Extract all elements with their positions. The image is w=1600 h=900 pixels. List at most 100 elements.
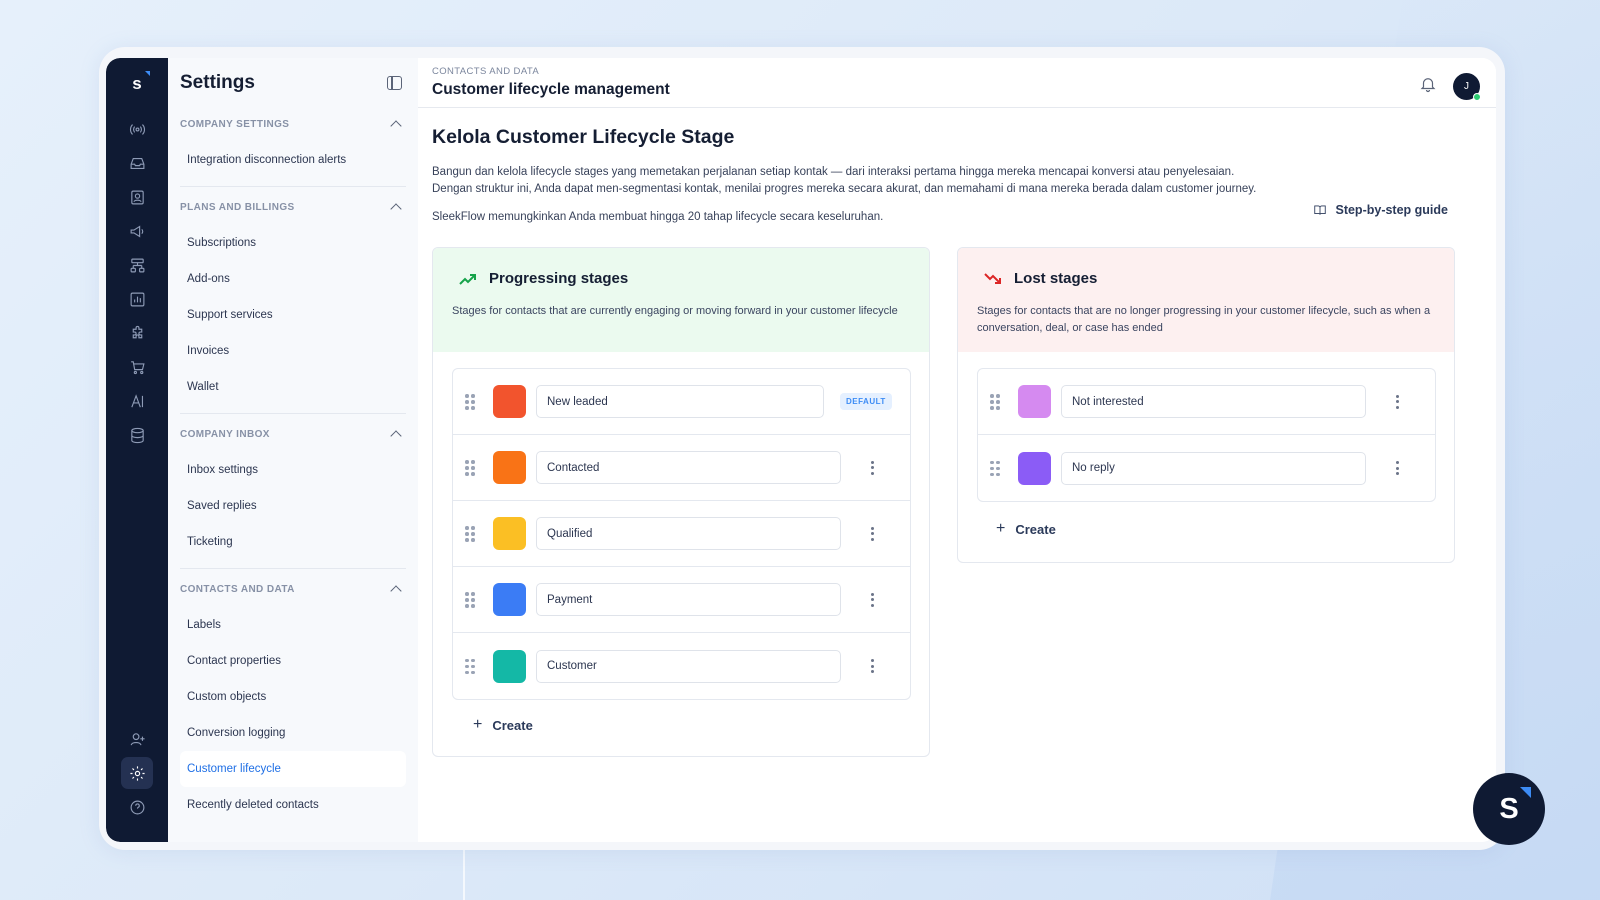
stage-name-field[interactable]: No reply (1061, 451, 1366, 485)
gear-icon[interactable] (121, 757, 153, 789)
stage-name-field[interactable]: Qualified (536, 517, 841, 550)
puzzle-icon[interactable] (121, 317, 153, 349)
sidebar-item-add-ons[interactable]: Add-ons (180, 261, 406, 297)
plus-icon: + (473, 716, 483, 733)
sidebar-item-ticketing[interactable]: Ticketing (180, 524, 406, 560)
sidebar-item-invoices[interactable]: Invoices (180, 333, 406, 369)
sidebar-item-labels[interactable]: Labels (180, 607, 406, 643)
drag-handle-icon[interactable] (465, 526, 475, 542)
sidebar-item-integration-alerts[interactable]: Integration disconnection alerts (180, 142, 406, 178)
chevron-up-icon (390, 430, 402, 442)
lost-description: Stages for contacts that are no longer p… (977, 305, 1431, 334)
stage-color-swatch[interactable] (1018, 451, 1051, 485)
brand-logo[interactable]: s (125, 71, 150, 96)
sidebar-title: Settings (180, 72, 255, 93)
app: s Settings COMPANY SETTINGS Integration … (106, 58, 1496, 842)
plus-icon: + (996, 520, 1006, 537)
collapse-panel-icon[interactable] (387, 76, 402, 90)
chevron-up-icon (390, 585, 402, 597)
list-item: New leaded DEFAULT (453, 369, 910, 435)
create-lost-stage-button[interactable]: + Create (958, 502, 1454, 562)
page-title: Customer lifecycle management (432, 81, 670, 98)
more-options-icon[interactable] (1395, 394, 1399, 409)
drag-handle-icon[interactable] (990, 394, 1000, 410)
default-badge: DEFAULT (840, 393, 892, 410)
top-bar: CONTACTS AND DATA Customer lifecycle man… (418, 58, 1496, 108)
stage-name-field[interactable]: New leaded (536, 385, 824, 418)
sidebar-item-conversion-logging[interactable]: Conversion logging (180, 715, 406, 751)
section-toggle[interactable]: CONTACTS AND DATA (180, 579, 406, 599)
section-toggle[interactable]: COMPANY INBOX (180, 424, 406, 444)
analytics-icon[interactable] (121, 283, 153, 315)
sidebar-item-saved-replies[interactable]: Saved replies (180, 488, 406, 524)
progressing-description: Stages for contacts that are currently e… (452, 305, 898, 317)
stage-color-swatch[interactable] (1018, 385, 1051, 418)
stage-color-swatch[interactable] (493, 649, 526, 683)
sidebar-item-inbox-settings[interactable]: Inbox settings (180, 452, 406, 488)
database-icon[interactable] (121, 419, 153, 451)
more-options-icon[interactable] (870, 460, 874, 475)
stage-name-field[interactable]: Customer (536, 649, 841, 683)
list-item: Qualified (453, 501, 910, 567)
create-progressing-stage-button[interactable]: + Create (433, 700, 929, 756)
bell-icon[interactable] (1419, 75, 1437, 98)
sidebar-item-subscriptions[interactable]: Subscriptions (180, 225, 406, 261)
brand-chat-button[interactable]: S (1473, 773, 1545, 845)
contacts-icon[interactable] (121, 181, 153, 213)
lost-stage-list: Not interested No reply (977, 368, 1436, 502)
settings-sidebar: Settings COMPANY SETTINGS Integration di… (168, 58, 418, 842)
section-toggle[interactable]: COMPANY SETTINGS (180, 114, 406, 134)
step-by-step-guide-link[interactable]: Step-by-step guide (1313, 203, 1448, 217)
list-item: Not interested (978, 369, 1435, 435)
drag-handle-icon[interactable] (465, 394, 475, 410)
stage-color-swatch[interactable] (493, 451, 526, 484)
list-item: Contacted (453, 435, 910, 501)
progressing-stage-list: New leaded DEFAULT Contacted Qualified P… (452, 368, 911, 700)
ai-icon[interactable] (121, 385, 153, 417)
stage-color-swatch[interactable] (493, 583, 526, 616)
drag-handle-icon[interactable] (465, 592, 475, 608)
trending-down-icon (984, 272, 1001, 284)
main-area: CONTACTS AND DATA Customer lifecycle man… (418, 58, 1496, 842)
help-icon[interactable] (121, 791, 153, 823)
chevron-up-icon (390, 203, 402, 215)
avatar[interactable]: J (1453, 73, 1481, 101)
add-user-icon[interactable] (121, 723, 153, 755)
limit-note: SleekFlow memungkinkan Anda membuat hing… (432, 211, 884, 223)
stage-name-field[interactable]: Contacted (536, 451, 841, 484)
drag-handle-icon[interactable] (990, 460, 1000, 476)
sidebar-item-contact-properties[interactable]: Contact properties (180, 643, 406, 679)
sidebar-item-support-services[interactable]: Support services (180, 297, 406, 333)
sidebar-item-wallet[interactable]: Wallet (180, 369, 406, 405)
stage-name-field[interactable]: Not interested (1061, 385, 1366, 418)
progressing-title: Progressing stages (489, 270, 629, 287)
cart-icon[interactable] (121, 351, 153, 383)
list-item: Payment (453, 567, 910, 633)
section-plans-billings: PLANS AND BILLINGS Subscriptions Add-ons… (180, 197, 406, 414)
stage-color-swatch[interactable] (493, 385, 526, 418)
flow-icon[interactable] (121, 249, 153, 281)
more-options-icon[interactable] (1395, 461, 1399, 475)
inbox-icon[interactable] (121, 147, 153, 179)
more-options-icon[interactable] (870, 659, 874, 673)
book-icon (1314, 205, 1327, 215)
section-toggle[interactable]: PLANS AND BILLINGS (180, 197, 406, 217)
drag-handle-icon[interactable] (465, 658, 475, 674)
drag-handle-icon[interactable] (465, 460, 475, 476)
online-status-dot (1473, 93, 1481, 101)
section-company-settings: COMPANY SETTINGS Integration disconnecti… (180, 114, 406, 187)
sidebar-item-customer-lifecycle[interactable]: Customer lifecycle (180, 751, 406, 787)
sidebar-item-custom-objects[interactable]: Custom objects (180, 679, 406, 715)
list-item: No reply (978, 435, 1435, 501)
progressing-stages-card: Progressing stages Stages for contacts t… (432, 247, 930, 757)
stage-name-field[interactable]: Payment (536, 583, 841, 616)
more-options-icon[interactable] (870, 592, 874, 607)
more-options-icon[interactable] (870, 526, 874, 541)
broadcast-icon[interactable] (121, 113, 153, 145)
stage-color-swatch[interactable] (493, 517, 526, 550)
breadcrumb[interactable]: CONTACTS AND DATA (432, 66, 670, 77)
main-description: Bangun dan kelola lifecycle stages yang … (432, 166, 1257, 195)
chevron-up-icon (390, 120, 402, 132)
sidebar-item-recently-deleted[interactable]: Recently deleted contacts (180, 787, 406, 823)
megaphone-icon[interactable] (121, 215, 153, 247)
